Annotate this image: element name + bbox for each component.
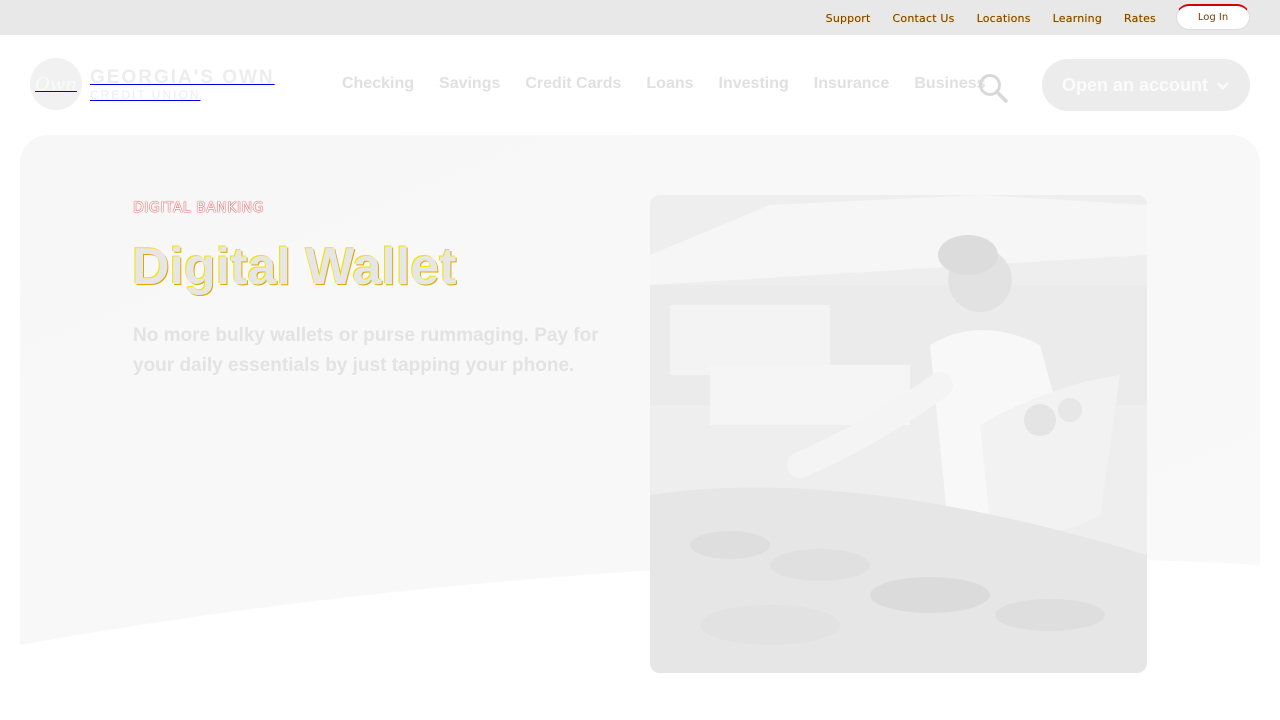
site-header: Own GEORGIA'S OWN CREDIT UNION Checking … xyxy=(0,35,1280,135)
hero-eyebrow: DIGITAL BANKING xyxy=(133,200,264,216)
nav-item-business[interactable]: Business xyxy=(914,75,985,93)
logo-name: GEORGIA'S OWN xyxy=(90,66,275,88)
utility-link-locations[interactable]: Locations xyxy=(977,12,1031,25)
hero-image xyxy=(650,195,1147,673)
chevron-down-icon xyxy=(1216,75,1230,96)
utility-bar: Support Contact Us Locations Learning Ra… xyxy=(0,0,1280,35)
utility-nav: Support Contact Us Locations Learning Ra… xyxy=(826,12,1156,25)
nav-item-loans[interactable]: Loans xyxy=(646,75,693,93)
nav-item-credit-cards[interactable]: Credit Cards xyxy=(525,75,621,93)
login-button[interactable]: Log In xyxy=(1176,4,1250,30)
main-nav: Checking Savings Credit Cards Loans Inve… xyxy=(342,75,986,93)
logo-text: GEORGIA'S OWN CREDIT UNION xyxy=(90,68,275,101)
utility-link-support[interactable]: Support xyxy=(826,12,871,25)
utility-link-rates[interactable]: Rates xyxy=(1124,12,1156,25)
nav-item-insurance[interactable]: Insurance xyxy=(814,75,890,93)
logo-link[interactable]: Own GEORGIA'S OWN CREDIT UNION xyxy=(30,58,275,110)
utility-link-contact[interactable]: Contact Us xyxy=(893,12,955,25)
hero-description: No more bulky wallets or purse rummaging… xyxy=(133,325,599,376)
open-account-label: Open an account xyxy=(1061,74,1209,95)
nav-item-checking[interactable]: Checking xyxy=(342,75,414,93)
hero-title: Digital Wallet xyxy=(132,238,457,296)
logo-mark: Own xyxy=(30,58,82,110)
nav-item-savings[interactable]: Savings xyxy=(439,75,500,93)
nav-item-investing[interactable]: Investing xyxy=(719,75,789,93)
utility-link-learning[interactable]: Learning xyxy=(1053,12,1102,25)
search-icon[interactable] xyxy=(977,72,1009,104)
logo-subtitle: CREDIT UNION xyxy=(90,87,201,102)
open-account-button[interactable]: Open an account xyxy=(1042,59,1250,111)
